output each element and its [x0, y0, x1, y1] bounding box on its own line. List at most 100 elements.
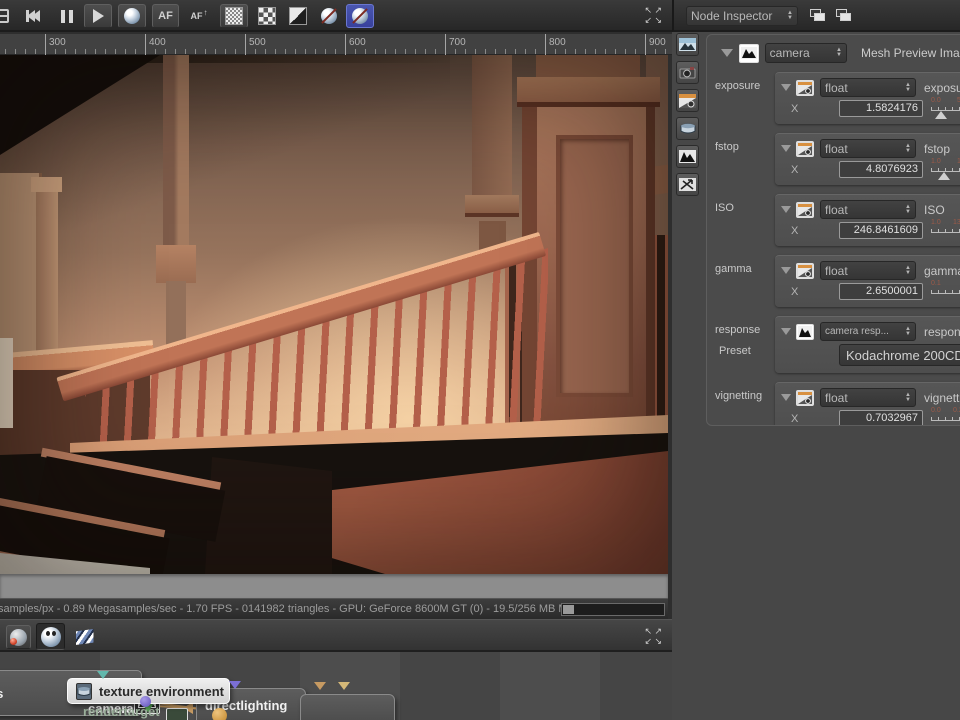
param-collapse-icon[interactable] [781, 206, 791, 213]
param-box: float ▲▼ vignetting X 0.7032967 0.0 0.2 [775, 382, 960, 426]
pin-yellow-icon[interactable] [338, 682, 350, 690]
param-type-dropdown[interactable]: float ▲ ▼ [820, 388, 916, 407]
eye-right [51, 630, 56, 636]
collapse-triangle-icon[interactable] [721, 49, 733, 57]
slider-rule [931, 289, 960, 294]
param-label: ISO [715, 202, 734, 214]
skip-start-button[interactable] [20, 4, 46, 28]
node-icon-histogram[interactable] [676, 145, 699, 168]
undock-panel-icon[interactable] [810, 9, 826, 22]
pin-teal-icon[interactable] [97, 671, 109, 679]
spinner-icon: ▲ ▼ [905, 264, 911, 276]
checker-coarse-button[interactable] [254, 4, 280, 28]
value-field[interactable]: 1.5824176 [839, 100, 923, 117]
slider-marker[interactable] [938, 171, 950, 180]
mini-slider[interactable]: 1.0 134. [931, 218, 960, 240]
param-name: response [924, 324, 960, 339]
autofocus-button[interactable]: AF [152, 4, 179, 28]
param-box: camera resp... ▲▼ response Preset Kodach… [719, 316, 960, 373]
value-field[interactable]: 2.6500001 [839, 283, 923, 300]
render-vignette [0, 55, 668, 574]
render-viewport[interactable] [0, 55, 668, 574]
node-graph-canvas[interactable]: ens camera rendertarget directlighting t… [0, 652, 672, 720]
curve-icon [796, 201, 814, 218]
node-icon-texture[interactable] [676, 173, 699, 196]
node-select-dropdown[interactable]: camera ▲ ▼ [764, 43, 847, 63]
param-type-dropdown[interactable]: float ▲ ▼ [820, 200, 916, 219]
node-partial-right[interactable] [300, 694, 395, 720]
mini-slider[interactable]: 0.0 0.2 [931, 407, 960, 426]
param-type-value: float [825, 80, 848, 95]
node-icon-film[interactable] [676, 117, 699, 140]
preset-label: Preset [719, 345, 751, 357]
grid-icon[interactable] [0, 4, 12, 28]
preset-value: Kodachrome 200CD [846, 347, 960, 363]
af-label: AF [158, 10, 173, 22]
pin-purple-icon[interactable] [229, 681, 241, 689]
param-type-dropdown[interactable]: camera resp... ▲ ▼ [820, 322, 916, 341]
axis-label: X [791, 285, 799, 298]
material-preview-button[interactable] [6, 625, 31, 649]
param-collapse-icon[interactable] [781, 394, 791, 401]
slider-min: 1.0 [931, 157, 941, 165]
checker-fine-button[interactable] [220, 4, 248, 28]
param-type-dropdown[interactable]: float ▲ ▼ [820, 78, 916, 97]
rendertarget-icon [166, 708, 188, 720]
param-collapse-icon[interactable] [781, 267, 791, 274]
param-exposure: exposure float ▲▼ exposure [713, 72, 960, 124]
striped-flag-button[interactable] [72, 625, 97, 649]
param-type-value: camera resp... [825, 326, 889, 337]
pause-button[interactable] [54, 4, 80, 28]
axis-label: X [791, 224, 799, 237]
axis-label: X [791, 412, 799, 425]
inspector-body: camera ▲▼ Mesh Preview Image exposure fl… [706, 34, 960, 426]
slider-min: 1.0 [931, 218, 941, 226]
refresh-sphere-icon [124, 8, 140, 24]
value-field[interactable]: 246.8461609 [839, 222, 923, 239]
param-collapse-icon[interactable] [781, 145, 791, 152]
panel-selector-dropdown[interactable]: Node Inspector ▲ ▼ [686, 6, 798, 26]
param-iso: ISO float ▲ ▼ ISO X 246.8461609 1.0 1 [713, 194, 960, 246]
spinner-icon: ▲ ▼ [905, 203, 911, 215]
ruler-tick: 700 [445, 34, 466, 55]
node-icon-camera[interactable] [676, 61, 699, 84]
material-ball-active-button[interactable] [346, 4, 374, 28]
param-collapse-icon[interactable] [781, 328, 791, 335]
node-icon-ramp[interactable] [676, 89, 699, 112]
maximize-nodegraph-button[interactable]: ↖ ↗ ↙ ↘ [642, 625, 666, 649]
skip-tri-glyph2 [32, 10, 40, 22]
param-collapse-icon[interactable] [781, 84, 791, 91]
preset-dropdown[interactable]: Kodachrome 200CD [839, 344, 960, 366]
grid-glyph [0, 9, 9, 23]
connector-orange-dot[interactable] [212, 708, 227, 720]
smiley-sphere-icon [40, 626, 61, 647]
node-icon-image[interactable] [676, 33, 699, 56]
param-type-dropdown[interactable]: float ▲ ▼ [820, 139, 916, 158]
connector-purple-dot[interactable] [140, 696, 151, 707]
mini-slider[interactable]: 0.0 5.3 [931, 97, 960, 119]
restart-render-button[interactable] [118, 4, 146, 28]
maximize-viewport-button[interactable]: ↖ ↗ ↙ ↘ [642, 4, 666, 28]
preview-mode-label: Mesh Preview Image [860, 46, 960, 60]
red-dot-icon [10, 638, 17, 645]
param-label: gamma [715, 263, 752, 275]
play-button[interactable] [84, 4, 112, 28]
value-field[interactable]: 0.7032967 [839, 410, 923, 425]
value-field[interactable]: 4.8076923 [839, 161, 923, 178]
mini-slider[interactable]: 0.1 [931, 280, 960, 301]
expand-arrows-icon-2: ↖ ↗ ↙ ↘ [644, 626, 663, 647]
pin-tan-icon[interactable] [314, 682, 326, 690]
mini-slider[interactable]: 1.0 11.5 [931, 157, 960, 180]
eye-left [45, 630, 50, 636]
duplicate-panel-icon[interactable] [836, 9, 852, 22]
param-box: float ▲▼ ISO X 246.8461609 1.0 134. [775, 194, 960, 246]
slider-marker[interactable] [935, 110, 947, 119]
spinner-icon: ▲ ▼ [905, 142, 911, 154]
sphere-eyes-button[interactable] [36, 623, 65, 650]
param-type-dropdown[interactable]: float ▲ ▼ [820, 261, 916, 280]
split-preview-button[interactable] [285, 4, 311, 28]
spinner-icon: ▲ ▼ [905, 81, 911, 93]
axis-label: X [791, 163, 799, 176]
material-ball-button[interactable] [315, 4, 343, 28]
autofocus-pick-button[interactable]: AF ↑ [185, 4, 213, 28]
